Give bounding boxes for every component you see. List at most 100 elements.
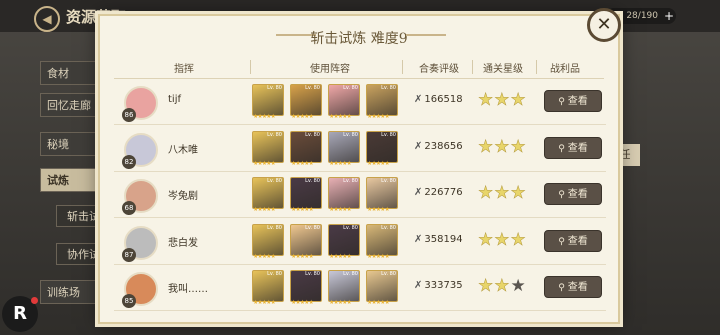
header-score: 合奏评级 xyxy=(419,64,459,75)
crossed-swords-icon: ✗ xyxy=(414,187,423,198)
character-portrait[interactable]: Lv. 80 ★★★★★ xyxy=(290,223,322,260)
ensemble-score: ✗ 358194 xyxy=(414,234,463,245)
header-divider xyxy=(402,60,403,74)
character-level: Lv. 80 xyxy=(305,224,320,231)
character-rarity-stars: ★★★★★ xyxy=(291,206,314,213)
character-level: Lv. 80 xyxy=(343,85,358,91)
clear-stars: ★★★ xyxy=(478,90,527,111)
character-portrait[interactable]: Lv. 80 ★★★★★ xyxy=(328,84,360,120)
star-filled-icon: ★ xyxy=(494,229,511,250)
character-portrait[interactable]: Lv. 80 ★★★★★ xyxy=(366,84,398,120)
character-portrait[interactable]: Lv. 80 ★★★★★ xyxy=(328,270,360,306)
sidebar-item-secret-realm[interactable]: 秘境 xyxy=(40,132,106,156)
character-level: Lv. 80 xyxy=(381,271,396,277)
view-rewards-button[interactable]: ⚲ 查看 xyxy=(544,90,602,112)
character-level: Lv. 80 xyxy=(267,224,282,231)
header-commander: 指挥 xyxy=(174,64,194,75)
sidebar-item-training[interactable]: 训练场 xyxy=(40,280,106,304)
character-rarity-stars: ★★★★★ xyxy=(329,206,352,213)
character-level: Lv. 80 xyxy=(381,224,396,231)
character-portrait[interactable]: Lv. 80 ★★★★★ xyxy=(290,130,322,167)
table-row: 82 八木唯 Lv. 80 ★★★★★ Lv. 80 ★★★★★ Lv. 80 ★★★★★ Lv… xyxy=(114,127,606,172)
view-rewards-button[interactable]: ⚲ 查看 xyxy=(544,136,602,159)
crossed-swords-icon: ✗ xyxy=(414,140,423,152)
character-portrait[interactable]: Lv. 80 ★★★★★ xyxy=(252,130,284,167)
character-portrait[interactable]: Lv. 80 ★★★★★ xyxy=(252,223,284,260)
trial-ranking-dialog: 斩击试炼 难度9 指挥 使用阵容 合奏评级 通关星级 战利品 86 tijf Lv.… xyxy=(98,14,620,324)
player-level-badge: 68 xyxy=(122,201,136,215)
player-name: 岑兔剧 xyxy=(168,191,198,202)
sidebar-item-trial[interactable]: 试炼 xyxy=(40,168,106,192)
character-level: Lv. 80 xyxy=(305,131,320,138)
player-name: 悲白发 xyxy=(168,237,198,249)
clear-stars: ★★★ xyxy=(478,276,527,297)
player-name: tijf xyxy=(168,94,181,105)
view-label: 查看 xyxy=(567,189,588,200)
character-level: Lv. 80 xyxy=(267,131,282,138)
player-level-badge: 86 xyxy=(122,108,136,122)
magnifier-icon: ⚲ xyxy=(558,283,565,293)
add-resource-button[interactable]: + xyxy=(664,9,674,23)
character-rarity-stars: ★★★★★ xyxy=(253,252,276,260)
character-rarity-stars: ★★★★★ xyxy=(367,252,390,260)
character-level: Lv. 80 xyxy=(305,271,320,277)
back-arrow-icon[interactable]: ◀ xyxy=(34,6,60,32)
sidebar-item-food[interactable]: 食材 xyxy=(40,61,106,85)
character-portrait[interactable]: Lv. 80 ★★★★★ xyxy=(328,223,360,260)
character-portrait[interactable]: Lv. 80 ★★★★★ xyxy=(290,177,322,213)
header-divider xyxy=(472,60,473,74)
ensemble-score: ✗ 226776 xyxy=(414,187,463,198)
magnifier-icon: ⚲ xyxy=(558,236,565,247)
score-value: 358194 xyxy=(424,233,463,245)
character-rarity-stars: ★★★★★ xyxy=(253,159,276,167)
view-rewards-button[interactable]: ⚲ 查看 xyxy=(544,229,602,252)
view-rewards-button[interactable]: ⚲ 查看 xyxy=(544,183,602,205)
table-row: 87 悲白发 Lv. 80 ★★★★★ Lv. 80 ★★★★★ Lv. 80 ★★★★★ Lv… xyxy=(114,220,606,265)
header-divider xyxy=(536,60,537,74)
character-level: Lv. 80 xyxy=(305,85,320,91)
character-portrait[interactable]: Lv. 80 ★★★★★ xyxy=(290,270,322,306)
table-row: 86 tijf Lv. 80 ★★★★★ Lv. 80 ★★★★★ Lv. 80 ★★★★★ L… xyxy=(114,80,606,125)
ensemble-score: ✗ 238656 xyxy=(414,141,463,152)
character-level: Lv. 80 xyxy=(343,131,358,138)
character-portrait[interactable]: Lv. 80 ★★★★★ xyxy=(328,130,360,167)
character-level: Lv. 80 xyxy=(381,131,396,138)
character-rarity-stars: ★★★★★ xyxy=(291,113,314,120)
player-level-badge: 85 xyxy=(122,294,136,308)
star-filled-icon: ★ xyxy=(510,183,527,204)
star-filled-icon: ★ xyxy=(478,229,495,250)
star-filled-icon: ★ xyxy=(478,136,495,157)
character-portrait[interactable]: Lv. 80 ★★★★★ xyxy=(366,223,398,260)
character-portrait[interactable]: Lv. 80 ★★★★★ xyxy=(252,84,284,120)
character-portrait[interactable]: Lv. 80 ★★★★★ xyxy=(252,270,284,306)
character-level: Lv. 80 xyxy=(343,271,358,277)
star-filled-icon: ★ xyxy=(478,276,495,297)
character-rarity-stars: ★★★★★ xyxy=(291,299,314,306)
table-row: 85 我叫…… Lv. 80 ★★★★★ Lv. 80 ★★★★★ Lv. 80 ★★★★★ L… xyxy=(114,266,606,311)
character-rarity-stars: ★★★★★ xyxy=(329,159,352,167)
character-portrait[interactable]: Lv. 80 ★★★★★ xyxy=(366,270,398,306)
notification-dot xyxy=(31,297,38,304)
magnifier-icon: ⚲ xyxy=(558,190,565,200)
star-filled-icon: ★ xyxy=(494,136,511,157)
character-rarity-stars: ★★★★★ xyxy=(367,113,390,120)
character-portrait[interactable]: Lv. 80 ★★★★★ xyxy=(366,130,398,167)
character-rarity-stars: ★★★★★ xyxy=(367,159,390,167)
close-icon[interactable]: ✕ xyxy=(587,8,621,42)
view-label: 查看 xyxy=(567,235,588,247)
header-reward: 战利品 xyxy=(550,64,580,75)
magnifier-icon: ⚲ xyxy=(558,97,565,107)
dialog-title: 斩击试炼 难度9 xyxy=(310,31,408,47)
character-level: Lv. 80 xyxy=(267,85,282,91)
score-value: 238656 xyxy=(424,140,463,152)
character-portrait[interactable]: Lv. 80 ★★★★★ xyxy=(328,177,360,213)
view-label: 查看 xyxy=(567,282,588,293)
sidebar-item-memory-corridor[interactable]: 回忆走廊 xyxy=(40,93,106,117)
character-rarity-stars: ★★★★★ xyxy=(253,113,276,120)
character-portrait[interactable]: Lv. 80 ★★★★★ xyxy=(290,84,322,120)
character-portrait[interactable]: Lv. 80 ★★★★★ xyxy=(366,177,398,213)
star-filled-icon: ★ xyxy=(494,183,511,204)
character-level: Lv. 80 xyxy=(267,178,282,184)
view-rewards-button[interactable]: ⚲ 查看 xyxy=(544,276,602,298)
character-portrait[interactable]: Lv. 80 ★★★★★ xyxy=(252,177,284,213)
